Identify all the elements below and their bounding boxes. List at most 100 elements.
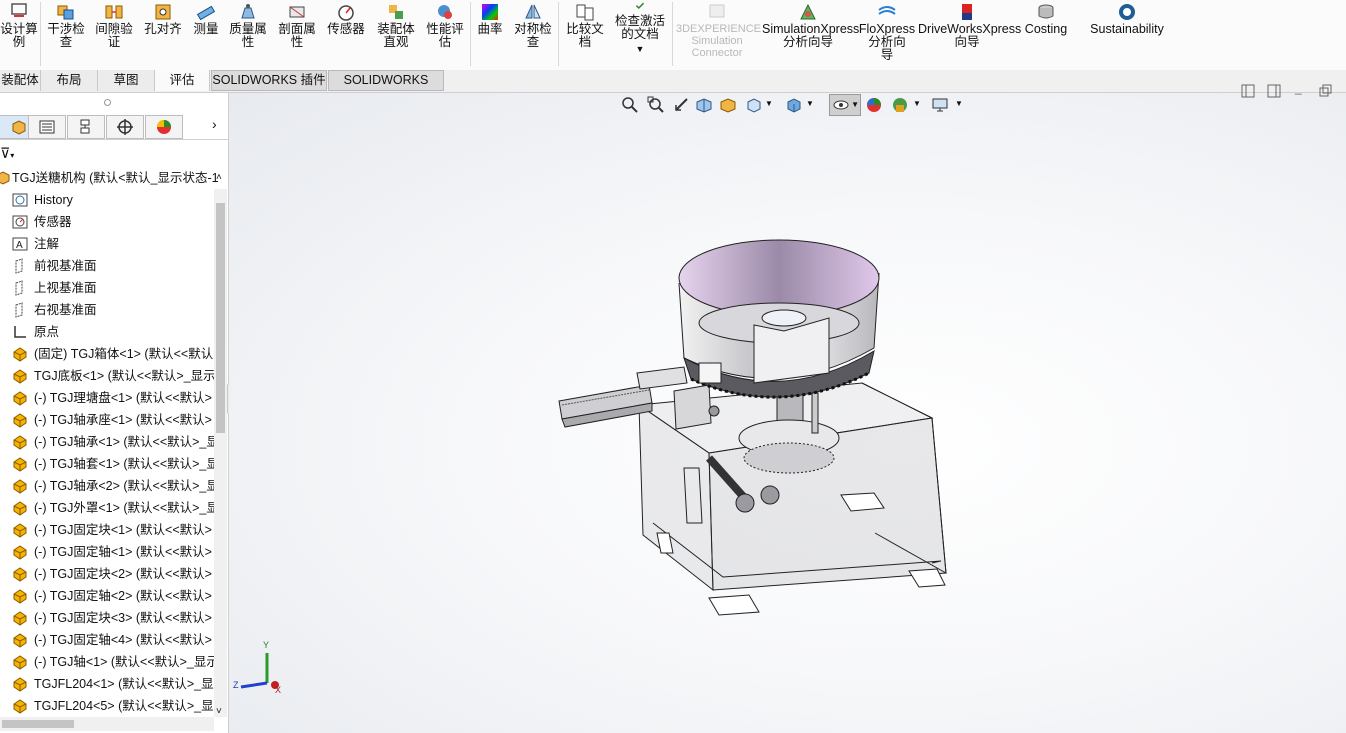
clearance-icon (105, 5, 123, 19)
tab-property-manager[interactable] (28, 115, 66, 139)
curvature-button[interactable]: 曲率 (474, 0, 506, 68)
tree-item-label: History (34, 193, 73, 207)
tab-evaluate[interactable]: 评估 (155, 70, 210, 91)
ribbon-label: 剖面属 性 (278, 22, 316, 49)
mass-properties-button[interactable]: 质量属 性 (226, 0, 270, 68)
costing-icon (1038, 4, 1054, 19)
ribbon-label: Sustainability (1090, 22, 1164, 36)
driveworksxpress-button[interactable]: DriveWorksXpress 向导 (918, 0, 1021, 68)
clearance-verification-button[interactable]: 间隙验 证 (92, 0, 136, 68)
feature-tree: History 传感器 A 注解 前视基准面 上视基准面 右视基准面 原点 (固定) TGJ箱体… (0, 189, 214, 717)
section-properties-button[interactable]: 剖面属 性 (274, 0, 320, 68)
ribbon-label: 干涉检 查 (47, 22, 85, 49)
tree-horizontal-scrollbar[interactable] (0, 717, 214, 731)
tree-root[interactable]: TGJ送糖机构 (默认<默认_显示状态-1 ˄ (0, 167, 226, 189)
tree-vertical-scrollbar[interactable]: ˅ (214, 189, 227, 717)
tab-assembly[interactable]: 装配体 (0, 70, 41, 91)
sensor-button[interactable]: 传感器 (322, 0, 370, 68)
measure-icon (196, 5, 216, 21)
tree-item-label: (-) TGJ固定轴<1> (默认<<默认> (34, 545, 212, 559)
interference-detection-button[interactable]: 干涉检 查 (44, 0, 88, 68)
part-icon (12, 500, 28, 516)
design-study-icon (11, 3, 27, 17)
panel-grip[interactable] (104, 99, 111, 106)
measure-button[interactable]: 测量 (188, 0, 224, 68)
tree-item-label: 注解 (34, 237, 60, 251)
tree-item-label: (-) TGJ理塘盘<1> (默认<<默认> (34, 391, 212, 405)
costing-button[interactable]: Costing (1020, 0, 1072, 68)
graphics-area[interactable]: ▼ ▼ ▼ ▼ ▼ _ Y Z X (229, 81, 1346, 733)
part-icon (12, 412, 28, 428)
tree-item-label: 前视基准面 (34, 259, 97, 273)
plane-icon (12, 258, 28, 274)
tree-item-label: (-) TGJ固定轴<2> (默认<<默认> (34, 589, 212, 603)
tree-item-label: (-) TGJ轴承<2> (默认<<默认>_显 (34, 479, 214, 493)
filter-icon[interactable]: ⊽▾ (0, 145, 14, 162)
assembly-visualization-button[interactable]: 装配体 直观 (372, 0, 420, 68)
tree-item-label: 传感器 (34, 215, 72, 229)
crosshair-icon (117, 119, 133, 135)
tree-item-label: TGJFL204<5> (默认<<默认>_显 (34, 699, 214, 713)
triad-x-label: X (275, 685, 281, 695)
interference-icon (57, 5, 74, 20)
ribbon-label: SimulationXpress 分析向导 (762, 22, 860, 49)
scrollbar-thumb[interactable] (2, 720, 74, 728)
tab-display-manager[interactable] (145, 115, 183, 139)
ribbon-separator (558, 2, 559, 66)
symmetry-check-button[interactable]: 对称检 查 (510, 0, 556, 68)
tab-layout[interactable]: 布局 (41, 70, 98, 91)
chevron-up-icon[interactable]: ˄ (216, 167, 222, 189)
configuration-manager-icon (80, 119, 90, 134)
dropdown-arrow-icon[interactable]: ▼ (612, 44, 668, 54)
sorting-bowl (678, 239, 880, 399)
tab-solidworks-mbd[interactable]: SOLIDWORKS MBD (328, 70, 444, 106)
tab-solidworks-addins[interactable]: SOLIDWORKS 插件 (211, 70, 327, 91)
ribbon-label: 比较文 档 (566, 22, 604, 49)
assembly-icon (0, 171, 10, 185)
performance-evaluation-button[interactable]: 性能评 估 (422, 0, 468, 68)
simulationxpress-button[interactable]: SimulationXpress 分析向导 (762, 0, 859, 68)
curvature-icon (482, 4, 498, 20)
tab-dimxpert-manager[interactable] (106, 115, 144, 139)
command-manager-ribbon: 设计算 例 干涉检 查 间隙验 证 孔对齐 测量 质量属 性 剖面属 性 传感器… (0, 0, 1346, 71)
part-icon (12, 346, 28, 362)
ribbon-label: 间隙验 证 (95, 22, 133, 49)
cad-model-sugar-feeder[interactable]: Y Z X (229, 93, 1346, 733)
part-icon (12, 654, 28, 670)
floxpress-icon (878, 6, 896, 15)
sustainability-button[interactable]: Sustainability (1086, 0, 1168, 68)
hole-align-icon (155, 4, 171, 20)
tab-sketch[interactable]: 草图 (98, 70, 155, 91)
part-icon (12, 698, 28, 714)
compare-documents-button[interactable]: 比较文 档 (562, 0, 608, 68)
part-icon (12, 544, 28, 560)
command-manager-tabs: 装配体 布局 草图 评估 SOLIDWORKS 插件 SOLIDWORKS MB… (0, 70, 1346, 106)
driveworks-icon (962, 4, 972, 20)
tree-item-label: (-) TGJ轴承<1> (默认<<默认>_显 (34, 435, 214, 449)
design-study-button[interactable]: 设计算 例 (0, 0, 38, 68)
property-manager-icon (39, 120, 55, 134)
chevron-down-icon[interactable]: ˅ (216, 706, 222, 717)
hole-alignment-button[interactable]: 孔对齐 (140, 0, 186, 68)
part-icon (12, 456, 28, 472)
ribbon-label: Costing (1024, 22, 1068, 36)
tab-configuration-manager[interactable] (67, 115, 105, 139)
ribbon-label: 设计算 例 (0, 22, 38, 49)
ribbon-label: 3DEXPERIENCE Simulation Connector (676, 23, 761, 59)
tree-item-label: (-) TGJ轴承座<1> (默认<<默认> (34, 413, 212, 427)
check-active-document-button[interactable]: 检查激活 的文档 ▼ (612, 0, 668, 68)
feature-manager-panel: › ⊽▾ TGJ送糖机构 (默认<默认_显示状态-1 ˄ History 传感器 A… (0, 93, 237, 733)
ribbon-label: FloXpress 分析向 导 (858, 22, 916, 62)
part-icon (12, 478, 28, 494)
ribbon-label: 测量 (193, 22, 219, 36)
tree-item-label: 右视基准面 (34, 303, 97, 317)
sustainability-icon (1119, 4, 1135, 20)
tree-root-label: TGJ送糖机构 (默认<默认_显示状态-1 (12, 171, 219, 185)
history-icon (12, 192, 28, 208)
floxpress-button[interactable]: FloXpress 分析向 导 (858, 0, 916, 68)
chevron-right-icon[interactable]: › (212, 116, 217, 132)
triad-y-label: Y (263, 640, 269, 650)
part-icon (12, 434, 28, 450)
tab-feature-manager[interactable] (0, 115, 30, 139)
scrollbar-thumb[interactable] (216, 203, 225, 433)
